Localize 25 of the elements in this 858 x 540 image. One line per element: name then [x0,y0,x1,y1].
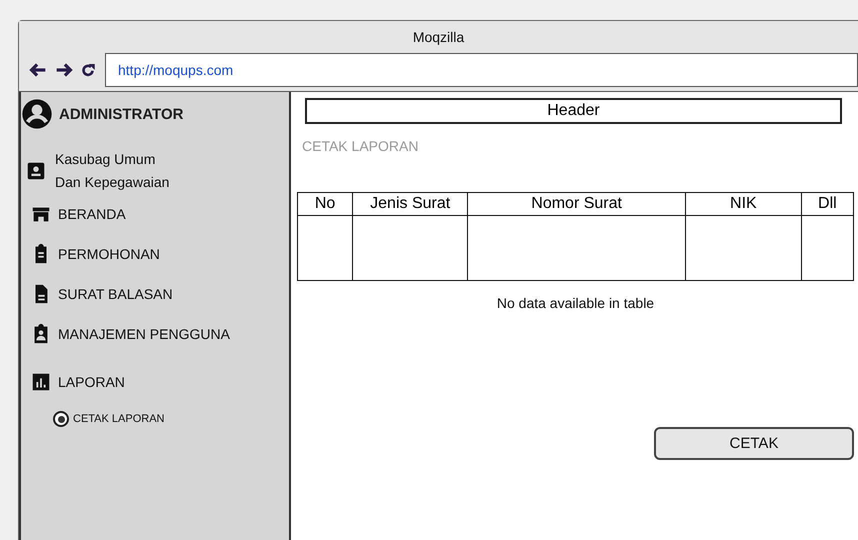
window-title: Moqzilla [412,29,464,45]
user-name: ADMINISTRATOR [59,106,184,122]
menu-item[interactable]: PERMOHONAN [21,234,289,274]
menu-item[interactable]: BERANDA [21,194,289,234]
print-button[interactable]: CETAK [654,427,854,460]
column-header: Dll [801,192,854,216]
radio-button[interactable] [53,411,69,427]
menu-item[interactable]: SURAT BALASAN [21,274,289,314]
header-bar: Header [305,98,842,124]
column-header: No [298,192,353,216]
address-field[interactable]: http://moqups.com [105,53,858,87]
role-label: Kasubag Umum [55,150,156,169]
column-header: Jenis Surat [352,192,468,216]
id-card-icon [25,160,47,182]
role-label: Dan Kepegawaian [55,173,170,192]
table-cell [298,216,353,280]
column-header: NIK [686,192,802,216]
table-cell [801,216,854,280]
page-title: CETAK LAPORAN [302,138,420,154]
column-header: Nomor Surat [468,192,686,216]
menu-item[interactable]: MANAJEMEN PENGGUNA [21,314,289,354]
menu-item[interactable]: LAPORAN [21,362,289,402]
empty-table-message: No data available in table [496,295,656,311]
submenu-item[interactable]: CETAK LAPORAN [21,402,289,436]
reload-icon[interactable] [79,61,97,79]
